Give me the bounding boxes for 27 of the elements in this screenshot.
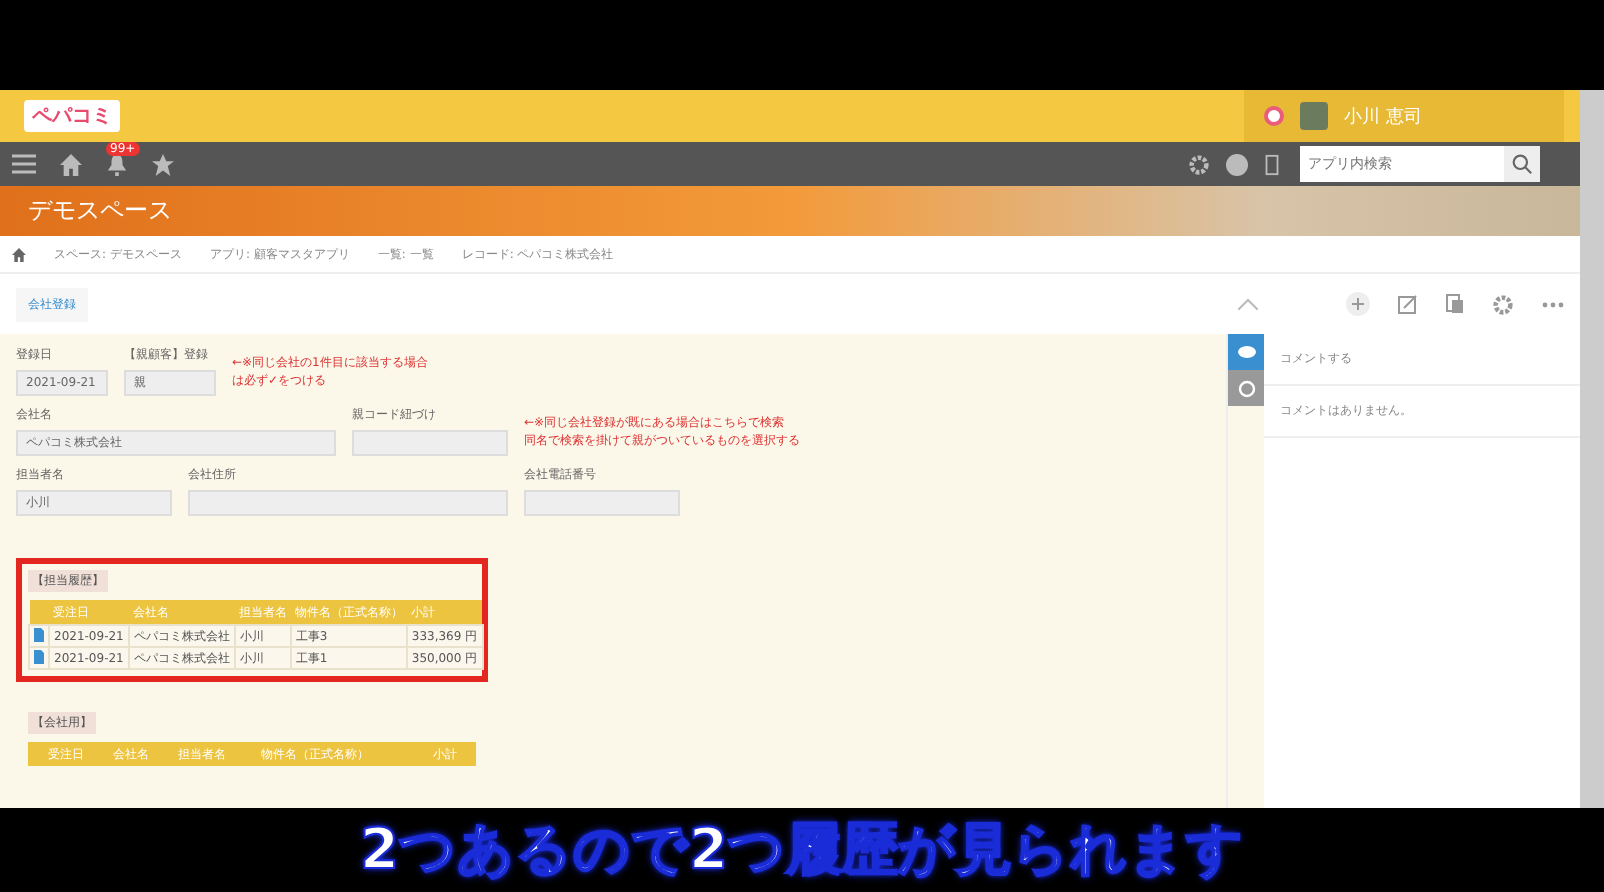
copy-icon[interactable]: [1446, 294, 1464, 314]
chevron-up-icon[interactable]: [1238, 298, 1258, 310]
input-field[interactable]: [352, 430, 508, 456]
home-icon[interactable]: [12, 247, 26, 261]
mobile-icon[interactable]: [1264, 154, 1280, 176]
history-tab[interactable]: [1228, 370, 1264, 406]
comment-tab[interactable]: [1228, 334, 1264, 370]
home-icon[interactable]: [60, 153, 82, 175]
settings-icon[interactable]: [1492, 293, 1514, 315]
settings-icon[interactable]: [1188, 154, 1210, 176]
status-dot-icon: [1264, 106, 1284, 126]
video-caption: 2つあるので2つ履歴が見られます: [360, 814, 1244, 886]
speech-bubble-icon: [1237, 345, 1255, 359]
star-icon[interactable]: [152, 153, 174, 175]
avatar-icon: [1300, 102, 1328, 130]
scrollbar[interactable]: [1580, 90, 1604, 810]
input-field[interactable]: [188, 490, 508, 516]
input-field[interactable]: [524, 490, 680, 516]
edit-icon[interactable]: [1398, 294, 1418, 314]
space-title: デモスペース: [28, 194, 172, 228]
search-button[interactable]: [1504, 146, 1540, 182]
more-icon[interactable]: [1542, 301, 1564, 307]
menu-icon[interactable]: [12, 154, 36, 174]
bell-icon[interactable]: [106, 153, 128, 175]
search-icon: [1512, 154, 1532, 174]
app-logo[interactable]: ペパコミ: [24, 100, 120, 132]
add-icon[interactable]: [1346, 292, 1370, 316]
